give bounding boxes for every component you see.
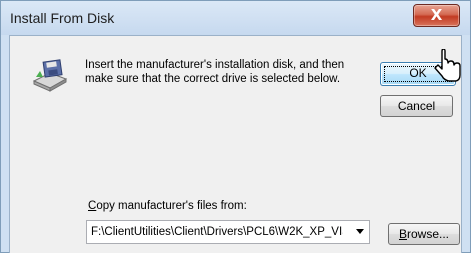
cancel-button[interactable]: Cancel bbox=[380, 95, 453, 117]
source-path-combobox[interactable]: F:\ClientUtilities\Client\Drivers\PCL6\W… bbox=[86, 220, 370, 244]
source-path-value[interactable]: F:\ClientUtilities\Client\Drivers\PCL6\W… bbox=[91, 226, 343, 238]
dialog-body: Insert the manufacturer's installation d… bbox=[9, 35, 462, 253]
disk-drive-icon bbox=[32, 59, 68, 92]
install-from-disk-window: Install From Disk X Insert the manufactu… bbox=[0, 0, 471, 253]
browse-accesskey: B bbox=[398, 227, 407, 241]
close-icon: X bbox=[430, 6, 443, 24]
mouse-cursor-icon bbox=[434, 49, 461, 82]
cancel-button-label: Cancel bbox=[397, 99, 436, 113]
dropdown-arrow-icon[interactable] bbox=[356, 229, 364, 234]
copy-label-text: opy manufacturer's files from: bbox=[96, 200, 247, 212]
close-button[interactable]: X bbox=[413, 4, 460, 27]
copy-files-label: Copy manufacturer's files from: bbox=[88, 200, 247, 212]
browse-button[interactable]: Browse... bbox=[388, 223, 460, 245]
window-title: Install From Disk bbox=[10, 10, 115, 26]
browse-button-label: rowse... bbox=[407, 227, 450, 241]
title-bar[interactable]: Install From Disk X bbox=[1, 1, 470, 35]
instruction-text: Insert the manufacturer's installation d… bbox=[85, 59, 345, 85]
